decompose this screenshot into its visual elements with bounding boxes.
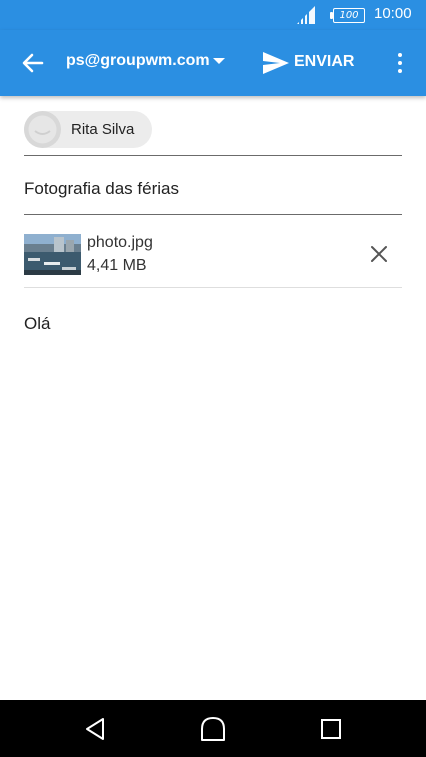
back-triangle-icon [86, 718, 104, 740]
send-label: ENVIAR [294, 53, 355, 70]
nav-recents-button[interactable] [318, 716, 344, 742]
status-bar: 100 10:00 [0, 0, 426, 30]
attachment-divider [24, 287, 402, 288]
recipient-divider [24, 155, 402, 156]
nav-home-button[interactable] [200, 716, 226, 742]
attachment-name: photo.jpg [87, 234, 153, 251]
remove-attachment-button[interactable] [366, 241, 392, 267]
arrow-left-icon [22, 53, 44, 73]
signal-icon [297, 6, 315, 24]
subject-divider [24, 214, 402, 215]
attachment-size: 4,41 MB [87, 257, 147, 274]
photo-thumbnail-image [24, 234, 81, 275]
attachment-thumbnail [24, 234, 81, 275]
close-icon [371, 246, 387, 262]
recents-icon [321, 719, 341, 739]
home-icon [201, 717, 225, 741]
back-button[interactable] [20, 50, 46, 76]
subject-field[interactable]: Fotografia das férias [24, 179, 179, 199]
recipient-name: Rita Silva [71, 121, 135, 138]
more-vert-icon [398, 53, 402, 57]
account-selector[interactable]: ps@groupwm.com [66, 52, 210, 70]
navigation-bar [0, 700, 426, 757]
chevron-down-icon[interactable] [213, 58, 225, 64]
send-icon [263, 52, 289, 74]
status-time: 10:00 [374, 5, 412, 22]
app-bar: ps@groupwm.com ENVIAR [0, 30, 426, 96]
more-options-button[interactable] [390, 50, 410, 76]
nav-back-button[interactable] [83, 716, 109, 742]
battery-indicator: 100 [330, 8, 365, 23]
avatar [24, 111, 61, 148]
message-body[interactable]: Olá [24, 314, 50, 334]
contact-avatar-icon [28, 115, 57, 144]
recipient-chip[interactable]: Rita Silva [24, 111, 152, 148]
